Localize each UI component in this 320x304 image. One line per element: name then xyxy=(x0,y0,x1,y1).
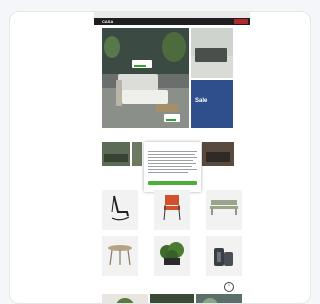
product-card[interactable] xyxy=(154,190,190,230)
site-header: CASA xyxy=(94,18,250,25)
product-card[interactable] xyxy=(154,236,190,276)
hero-image[interactable] xyxy=(102,28,189,128)
product-image-rocking-chair xyxy=(111,195,130,221)
product-image-orange-chair xyxy=(163,195,181,221)
side-tile-lounge-furniture xyxy=(195,48,227,62)
category-image-2[interactable] xyxy=(132,142,142,166)
site-logo[interactable]: CASA xyxy=(102,19,113,24)
cookie-consent-dialog xyxy=(144,142,201,192)
product-card[interactable] xyxy=(102,190,138,230)
cookie-text-line xyxy=(148,157,197,158)
cookie-accept-button[interactable] xyxy=(148,181,197,185)
hero-sofa-seat xyxy=(122,90,168,104)
hero-coffee-table xyxy=(156,104,178,112)
product-image-round-table xyxy=(108,245,132,266)
cookie-text-line xyxy=(148,166,192,167)
hero-product-label-1[interactable] xyxy=(132,60,152,68)
scroll-to-top-icon[interactable]: ⌃ xyxy=(224,282,234,292)
hero-plant xyxy=(104,36,120,58)
hero-plant xyxy=(162,32,186,62)
cookie-text-line xyxy=(148,163,196,164)
product-image-garden-bench xyxy=(210,200,238,215)
product-image-potted-plant xyxy=(160,242,184,265)
product-image-lanterns xyxy=(214,248,233,266)
product-card[interactable] xyxy=(206,236,242,276)
product-card[interactable] xyxy=(102,236,138,276)
side-tile-furniture[interactable] xyxy=(191,28,233,78)
category-image-3[interactable] xyxy=(202,142,234,166)
category-image-3-furniture xyxy=(206,152,230,162)
website-screenshot: CASA Sale ⌃ xyxy=(94,12,250,303)
cookie-text-line xyxy=(148,154,195,155)
cookie-text-line xyxy=(148,160,193,161)
promo-line-2: Sale xyxy=(195,98,208,104)
cookie-text-line xyxy=(148,169,197,170)
promo-tile[interactable]: Sale xyxy=(191,80,233,128)
bottom-image-3-plant xyxy=(202,298,218,303)
hero-tag-2-price-bar xyxy=(166,119,176,121)
hero-product-label-2[interactable] xyxy=(164,114,180,122)
bottom-image-1-plant xyxy=(116,298,134,303)
cookie-text-line xyxy=(148,151,197,152)
product-card[interactable] xyxy=(206,190,242,230)
hero-tag-1-price-bar xyxy=(134,65,146,67)
category-image-1[interactable] xyxy=(102,142,130,166)
cookie-text-line xyxy=(148,172,188,173)
header-cta-button[interactable] xyxy=(234,19,248,24)
category-image-1-furniture xyxy=(104,154,128,162)
screenshot-card: CASA Sale ⌃ xyxy=(9,11,311,304)
